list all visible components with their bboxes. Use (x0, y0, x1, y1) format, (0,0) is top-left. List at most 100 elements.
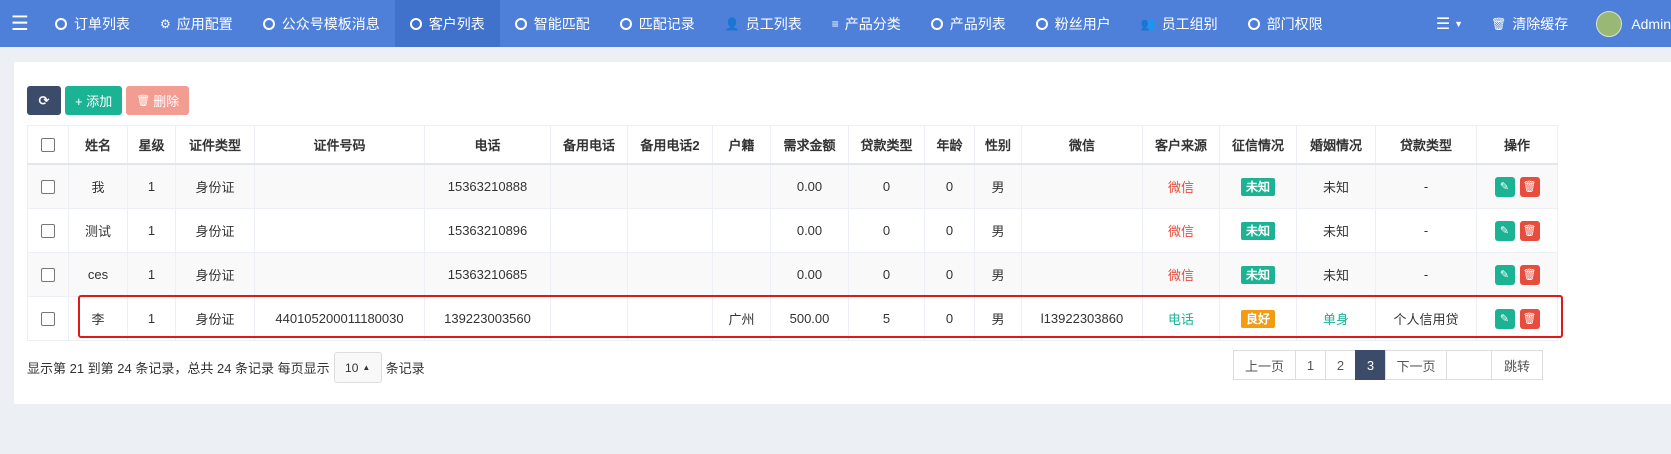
jump-button[interactable]: 跳转 (1491, 350, 1543, 380)
edit-pencil-icon[interactable]: ✎ (1494, 308, 1515, 329)
delete-trash-icon[interactable]: 🗑 (1519, 176, 1540, 197)
cell-loan_type: 0 (848, 208, 925, 253)
pagination: 上一页 1 2 3 下一页 跳转 (1233, 350, 1543, 380)
table-row[interactable]: 李 1 身份证 440105200011180030 139223003560 广州 500… (27, 296, 1558, 341)
delete-button[interactable]: 🗑 删除 (126, 86, 190, 115)
cell-source: 微信 (1142, 252, 1220, 297)
user-icon: 👤 (724, 16, 740, 31)
hamburger-icon[interactable]: ☰ (0, 0, 40, 47)
nav-item-11[interactable]: 部门权限 (1233, 0, 1338, 47)
cell-id_type: 身份证 (175, 252, 255, 297)
cell-id_no (254, 163, 425, 209)
page-button[interactable]: 3 (1355, 350, 1386, 380)
page-button[interactable]: 1 (1295, 350, 1326, 380)
nav-item-8[interactable]: 产品列表 (916, 0, 1021, 47)
cell-source: 微信 (1142, 208, 1220, 253)
cell-sex: 男 (974, 163, 1022, 209)
cell-product: - (1375, 252, 1477, 297)
cell-product: - (1375, 163, 1477, 209)
nav-item-label: 匹配记录 (638, 15, 695, 32)
select-all-checkbox[interactable] (41, 138, 55, 153)
column-header: 操作 (1476, 125, 1558, 165)
select-all-cell (27, 125, 69, 165)
nav-item-label: 智能匹配 (533, 15, 590, 32)
cell-credit: 未知 (1219, 163, 1297, 209)
table-row[interactable]: 测试 1 身份证 15363210896 0.00 0 0 男微信 未知 未知 - ✎ 🗑 (27, 208, 1558, 253)
prev-label: 上一页 (1244, 358, 1284, 374)
circle-icon (262, 17, 275, 30)
trash-icon: 🗑 (1491, 16, 1507, 31)
cell-id_no: 440105200011180030 (254, 296, 425, 341)
jump-page-input[interactable] (1446, 350, 1492, 380)
row-checkbox[interactable] (41, 312, 55, 327)
credit-badge: 良好 (1240, 309, 1275, 328)
info-suffix: 条记录 (385, 361, 425, 376)
edit-pencil-icon[interactable]: ✎ (1494, 264, 1515, 285)
cell-huji: 广州 (712, 296, 771, 341)
nav-item-2[interactable]: 公众号模板消息 (248, 0, 395, 47)
pagination-info: 显示第 21 到第 24 条记录，总共 24 条记录 每页显示 10 ▲ 条记录 (27, 352, 425, 383)
cell-huji (712, 252, 771, 297)
cell-product: - (1375, 208, 1477, 253)
cell-name: ces (68, 252, 128, 297)
row-checkbox[interactable] (41, 180, 55, 195)
cell-phone3 (627, 163, 713, 209)
refresh-button[interactable]: ⟳ (27, 86, 61, 115)
prev-page-button[interactable]: 上一页 (1233, 350, 1296, 380)
nav-item-0[interactable]: 订单列表 (40, 0, 145, 47)
menu-toggle-button[interactable]: ☰ ▼ (1422, 0, 1477, 47)
table-header-row: 姓名 星级 证件类型 证件号码 电话 备用电话 备用电话2 户籍 需求金额 贷款类型 年龄 性别 微信客… (27, 125, 1558, 165)
column-header: 证件号码 (254, 125, 425, 165)
column-header: 贷款类型 (848, 125, 925, 165)
nav-item-5[interactable]: 匹配记录 (605, 0, 710, 47)
nav-item-10[interactable]: 👥 员工组别 (1126, 0, 1233, 47)
delete-trash-icon[interactable]: 🗑 (1519, 308, 1540, 329)
avatar (1596, 10, 1623, 37)
edit-pencil-icon[interactable]: ✎ (1494, 176, 1515, 197)
column-header: 备用电话2 (627, 125, 713, 165)
cell-age: 0 (924, 252, 975, 297)
nav-item-4[interactable]: 智能匹配 (500, 0, 605, 47)
cell-phone3 (627, 296, 713, 341)
clear-cache-label: 清除缓存 (1512, 15, 1569, 32)
customer-table: 姓名 星级 证件类型 证件号码 电话 备用电话 备用电话2 户籍 需求金额 贷款类型 年龄 性别 微信客… (27, 125, 1558, 341)
table-row[interactable]: 我 1 身份证 15363210888 0.00 0 0 男微信 未知 未知 - ✎ 🗑 (27, 163, 1558, 209)
nav-item-label: 产品列表 (949, 15, 1006, 32)
column-header: 姓名 (68, 125, 128, 165)
page-button[interactable]: 2 (1325, 350, 1356, 380)
row-checkbox[interactable] (41, 268, 55, 283)
row-checkbox[interactable] (41, 224, 55, 239)
add-button[interactable]: + 添加 (65, 86, 123, 115)
info-prefix: 显示第 21 到第 24 条记录，总共 24 条记录 每页显示 (27, 361, 330, 376)
row-select-cell (27, 163, 69, 209)
row-select-cell (27, 252, 69, 297)
nav-item-label: 订单列表 (74, 15, 130, 32)
edit-pencil-icon[interactable]: ✎ (1494, 220, 1515, 241)
delete-trash-icon[interactable]: 🗑 (1519, 220, 1540, 241)
next-page-button[interactable]: 下一页 (1385, 350, 1447, 380)
column-header: 证件类型 (175, 125, 255, 165)
nav-item-7[interactable]: ≡ 产品分类 (817, 0, 916, 47)
cell-name: 测试 (68, 208, 128, 253)
nav-item-1[interactable]: ⚙ 应用配置 (145, 0, 248, 47)
table-row[interactable]: ces 1 身份证 15363210685 0.00 0 0 男微信 未知 未知 - ✎ 🗑 (27, 252, 1558, 297)
users-icon: 👥 (1140, 16, 1156, 31)
cell-age: 0 (924, 208, 975, 253)
cell-phone2 (550, 163, 628, 209)
actions-cell: ✎ 🗑 (1476, 252, 1558, 297)
circle-icon (930, 17, 943, 30)
nav-item-9[interactable]: 粉丝用户 (1021, 0, 1126, 47)
cell-marital: 未知 (1296, 252, 1376, 297)
page-size-select[interactable]: 10 ▲ (333, 352, 382, 383)
cell-amount: 0.00 (770, 252, 849, 297)
nav-item-6[interactable]: 👤 员工列表 (710, 0, 817, 47)
delete-trash-icon[interactable]: 🗑 (1519, 264, 1540, 285)
nav-item-3[interactable]: 客户列表 (394, 0, 500, 47)
cell-amount: 0.00 (770, 163, 849, 209)
cell-phone: 15363210888 (424, 163, 551, 209)
credit-badge: 未知 (1240, 177, 1275, 196)
user-menu[interactable]: Admin (1582, 0, 1671, 47)
clear-cache-button[interactable]: 🗑 清除缓存 (1477, 0, 1582, 47)
cell-marital: 单身 (1296, 296, 1376, 341)
column-header: 征信情况 (1219, 125, 1297, 165)
